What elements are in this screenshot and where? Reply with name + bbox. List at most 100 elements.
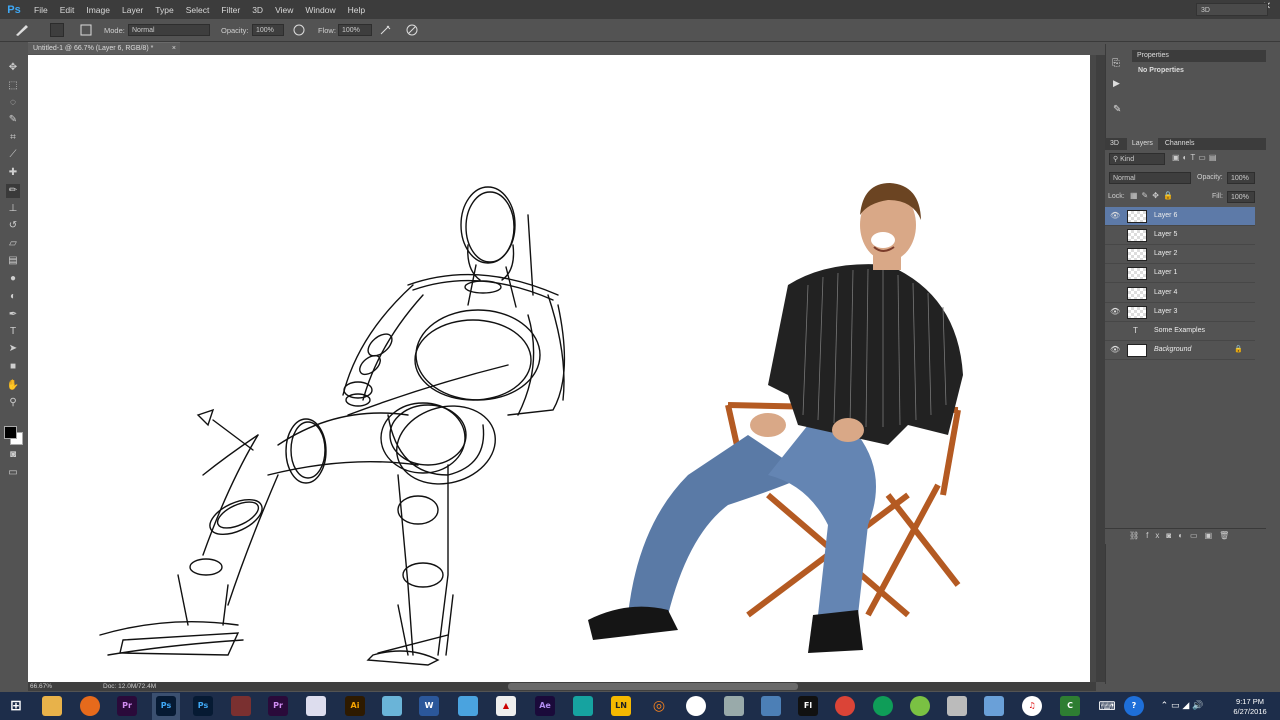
type-tool-icon[interactable]: T [6, 325, 20, 339]
document-tab-close[interactable]: × [172, 43, 176, 55]
layer-row[interactable]: Layer 5 [1105, 226, 1255, 245]
word-icon[interactable]: W [419, 696, 439, 716]
layer-row[interactable]: T Some Examples [1105, 322, 1255, 341]
actions-play-icon[interactable]: ▶ [1113, 78, 1120, 89]
layer-row[interactable]: 👁 Layer 6 [1105, 207, 1255, 226]
clock[interactable]: 9:17 PM 6/27/2016 [1225, 697, 1275, 717]
after-effects-icon[interactable]: Ae [535, 696, 555, 716]
marquee-tool-icon[interactable]: ⬚ [6, 79, 20, 93]
chrome-icon[interactable] [835, 696, 855, 716]
blender-icon[interactable]: ◎ [649, 696, 669, 716]
move-tool-icon[interactable]: ✥ [6, 61, 20, 75]
firefox-icon[interactable] [80, 696, 100, 716]
layer-row[interactable]: Layer 1 [1105, 264, 1255, 283]
chrome-alt-icon[interactable] [873, 696, 893, 716]
flow-field[interactable]: 100% [338, 24, 372, 36]
brush-tool-icon[interactable] [14, 23, 30, 37]
workspace-select[interactable]: 3D [1196, 3, 1268, 16]
visibility-eye-icon[interactable]: 👁 [1110, 307, 1120, 317]
dodge-tool-icon[interactable]: ◐ [6, 290, 20, 304]
camtasia-icon[interactable]: C [1060, 696, 1080, 716]
brush-panel-icon[interactable] [79, 23, 93, 37]
lasso-tool-icon[interactable]: ◌ [6, 96, 20, 110]
menu-image[interactable]: Image [80, 5, 116, 15]
eyedropper-tool-icon[interactable]: ⟋ [6, 148, 20, 162]
brush-panel-icon[interactable]: ✎ [1113, 104, 1121, 115]
quick-mask-icon[interactable]: ◙ [6, 448, 20, 462]
keyboard-icon[interactable]: ⌨ [1097, 696, 1117, 716]
mode-select[interactable]: Normal [128, 24, 210, 36]
brush-preset-picker[interactable] [50, 23, 64, 37]
healing-tool-icon[interactable]: ✚ [6, 166, 20, 180]
menu-help[interactable]: Help [342, 5, 371, 15]
ln-app-icon[interactable]: LN [611, 696, 631, 716]
visibility-off-icon[interactable] [1110, 249, 1120, 259]
premiere-alt-icon[interactable]: Pr [268, 696, 288, 716]
clone-stamp-tool-icon[interactable]: ⊥ [6, 202, 20, 216]
zoom-level[interactable]: 66.67% [30, 683, 52, 690]
layer-action-icons[interactable]: ⛓fx◙◐▭▣🗑 [1129, 531, 1236, 540]
layer-opacity-field[interactable]: 100% [1227, 172, 1255, 184]
game-app-icon[interactable] [724, 696, 744, 716]
foreground-color-swatch[interactable] [4, 426, 17, 439]
menu-file[interactable]: File [28, 5, 54, 15]
photoshop-alt-icon[interactable]: Ps [193, 696, 213, 716]
menu-layer[interactable]: Layer [116, 5, 149, 15]
visibility-eye-icon[interactable]: 👁 [1110, 345, 1120, 355]
brush-tool-icon-active[interactable]: ✏ [6, 184, 20, 198]
pen-tool-icon[interactable]: ✒ [6, 308, 20, 322]
properties-tab[interactable]: Properties [1132, 50, 1266, 62]
airbrush-icon[interactable] [379, 23, 393, 37]
layer-row[interactable]: 👁 Layer 3 [1105, 303, 1255, 322]
illustrator-icon[interactable]: Ai [345, 696, 365, 716]
horizontal-scroll-thumb[interactable] [508, 683, 798, 690]
quick-select-tool-icon[interactable]: ✎ [6, 113, 20, 127]
settings-app-icon[interactable] [947, 696, 967, 716]
app-logo[interactable]: Ps [0, 4, 28, 16]
menu-view[interactable]: View [269, 5, 299, 15]
eraser-tool-icon[interactable]: ▱ [6, 237, 20, 251]
pressure-opacity-icon[interactable] [292, 23, 306, 37]
steam-icon[interactable] [686, 696, 706, 716]
screen-mode-icon[interactable]: ▭ [6, 466, 20, 480]
premiere-icon[interactable]: Pr [117, 696, 137, 716]
history-brush-tool-icon[interactable]: ↺ [6, 219, 20, 233]
rectangle-tool-icon[interactable]: ■ [6, 360, 20, 374]
tab-3d[interactable]: 3D [1105, 140, 1119, 147]
tab-channels[interactable]: Channels [1160, 140, 1195, 147]
pressure-size-icon[interactable] [405, 23, 419, 37]
lock-icons[interactable]: ▦✎✥🔒 [1130, 191, 1177, 200]
menu-type[interactable]: Type [149, 5, 179, 15]
network-app-icon[interactable] [761, 696, 781, 716]
vertical-scrollbar[interactable] [1096, 55, 1105, 682]
archive-app-icon[interactable] [231, 696, 251, 716]
layer-filter-icons[interactable]: ▣◐T▭▤ [1172, 153, 1219, 162]
fl-app-icon[interactable]: Fl [798, 696, 818, 716]
hand-tool-icon[interactable]: ✋ [6, 379, 20, 393]
blur-tool-icon[interactable]: ● [6, 272, 20, 286]
help-icon[interactable]: ? [1124, 696, 1144, 716]
notepad-icon[interactable] [306, 696, 326, 716]
menu-filter[interactable]: Filter [215, 5, 246, 15]
layer-row[interactable]: Layer 2 [1105, 245, 1255, 264]
paint-app-icon[interactable] [382, 696, 402, 716]
acrobat-icon[interactable]: ▲ [496, 696, 516, 716]
layer-row[interactable]: Layer 4 [1105, 284, 1255, 303]
blend-mode-select[interactable]: Normal [1109, 172, 1191, 184]
tab-layers[interactable]: Layers [1126, 138, 1158, 150]
document-canvas[interactable] [28, 55, 1090, 682]
photoshop-icon[interactable]: Ps [156, 696, 176, 716]
file-explorer-icon[interactable] [42, 696, 62, 716]
opacity-field[interactable]: 100% [252, 24, 284, 36]
screen-app-icon[interactable] [984, 696, 1004, 716]
chat-app-icon[interactable] [910, 696, 930, 716]
tray-icons[interactable]: ⌃ ▭ ◢ 🔊 [1152, 696, 1212, 716]
visibility-off-icon[interactable] [1110, 230, 1120, 240]
document-tab[interactable]: Untitled-1 @ 66.7% (Layer 6, RGB/8) * × [28, 42, 180, 54]
pen-app-icon[interactable] [458, 696, 478, 716]
fill-field[interactable]: 100% [1227, 191, 1255, 203]
visibility-eye-icon[interactable]: 👁 [1110, 211, 1120, 221]
visibility-off-icon[interactable] [1110, 268, 1120, 278]
visibility-off-icon[interactable] [1110, 288, 1120, 298]
windows-start-icon[interactable]: ⊞ [6, 696, 26, 716]
